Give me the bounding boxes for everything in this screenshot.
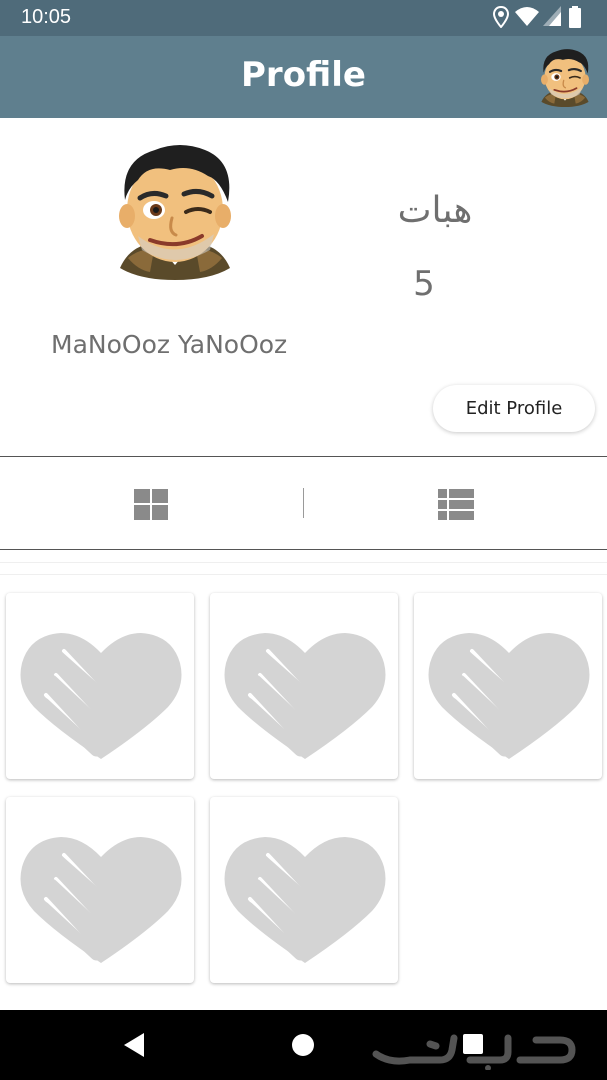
tab-separator — [303, 488, 304, 518]
list-view-icon[interactable] — [430, 480, 482, 532]
heart-handshake-icon — [220, 623, 390, 763]
stat-value: 5 — [413, 264, 435, 304]
user-name: MaNoOoz YaNoOoz — [51, 330, 288, 359]
heart-handshake-icon — [16, 827, 186, 967]
divider — [0, 549, 607, 550]
grid-item[interactable] — [210, 593, 398, 779]
grid-view-icon[interactable] — [125, 480, 177, 532]
avatar[interactable] — [536, 47, 594, 107]
grid-item[interactable] — [6, 797, 194, 983]
status-time: 10:05 — [21, 6, 72, 28]
page-title: Profile — [241, 55, 366, 95]
heart-handshake-icon — [424, 623, 594, 763]
back-icon[interactable] — [122, 1032, 146, 1058]
location-icon — [493, 6, 509, 28]
edit-profile-button[interactable]: Edit Profile — [433, 385, 595, 432]
grid-item[interactable] — [414, 593, 602, 779]
divider — [0, 574, 607, 575]
heart-handshake-icon — [16, 623, 186, 763]
status-bar: 10:05 — [0, 0, 607, 36]
divider — [0, 562, 607, 563]
stat-label: هبات — [397, 190, 473, 231]
divider — [0, 456, 607, 457]
navigation-bar — [0, 1010, 607, 1080]
watermark-logo — [372, 1034, 576, 1070]
profile-avatar — [110, 140, 240, 280]
battery-icon — [569, 6, 581, 28]
home-icon[interactable] — [291, 1033, 315, 1057]
grid-item[interactable] — [210, 797, 398, 983]
grid-item[interactable] — [6, 593, 194, 779]
wifi-icon — [515, 7, 539, 26]
heart-handshake-icon — [220, 827, 390, 967]
app-bar: Profile — [0, 36, 607, 118]
signal-icon — [543, 6, 561, 26]
